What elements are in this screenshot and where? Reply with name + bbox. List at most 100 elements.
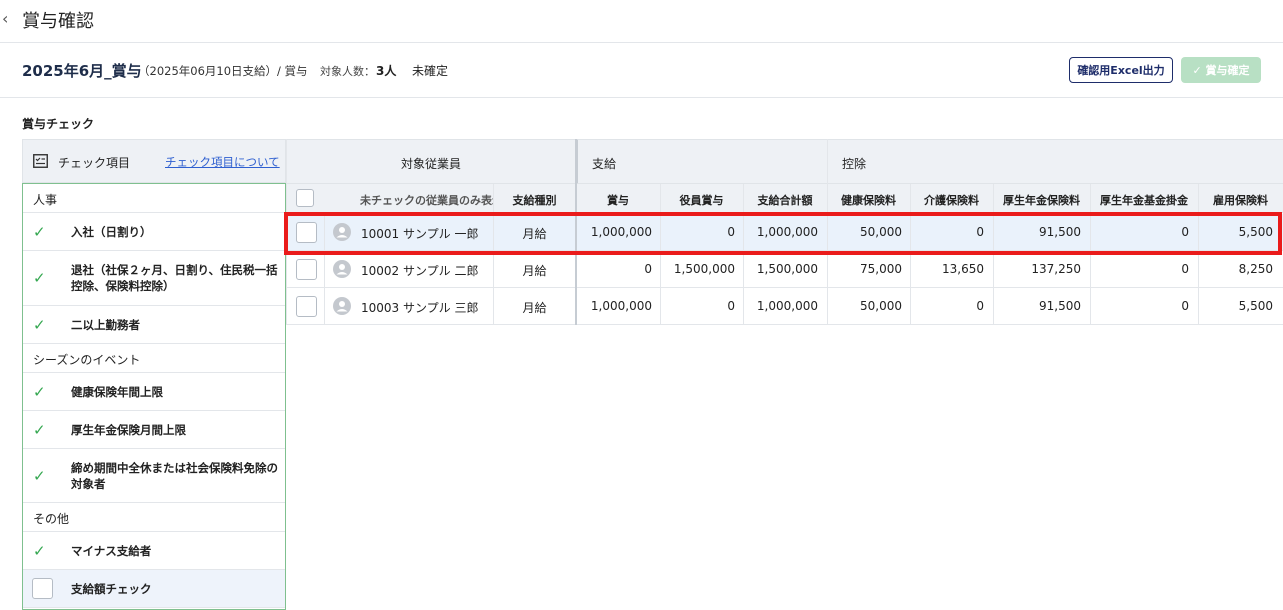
cell-fund: 0 — [1181, 262, 1189, 276]
check-item-leave[interactable]: ✓ 退社（社保２ヶ月、日割り、住民税一括控除、保険料控除） — [23, 251, 285, 306]
group-payment: 支給 — [576, 139, 827, 184]
category-others: その他 — [23, 503, 285, 532]
bonus-subtitle: （2025年06月10日支給）/ 賞与 — [138, 64, 308, 78]
col-pension: 厚生年金保険料 — [993, 184, 1090, 213]
col-total: 支給合計額 — [743, 184, 827, 213]
column-header: 雇用保険料 — [1213, 194, 1268, 207]
col-employment: 雇用保険料 — [1198, 184, 1283, 213]
unchecked-box[interactable] — [32, 578, 53, 599]
column-divider — [324, 214, 325, 325]
checkmark-icon: ✓ — [33, 383, 46, 401]
table-row[interactable]: 10001 サンプル 一郎 月給 1,000,000 0 1,000,000 5… — [286, 214, 1283, 251]
column-header: 賞与 — [607, 194, 629, 207]
cell-care: 0 — [976, 299, 984, 313]
avatar-icon — [333, 223, 351, 241]
column-divider — [1090, 184, 1091, 325]
avatar-icon — [333, 297, 351, 315]
column-divider — [1198, 184, 1199, 325]
cell-health: 75,000 — [860, 262, 902, 276]
cell-pension: 91,500 — [1039, 225, 1081, 239]
category-label: その他 — [33, 512, 70, 526]
cell-bonus: 1,000,000 — [590, 225, 652, 239]
check-item-join[interactable]: ✓ 入社（日割り） — [23, 213, 285, 251]
cell-care: 0 — [976, 225, 984, 239]
column-header: 厚生年金保険料 — [1003, 194, 1080, 207]
column-header: 支給合計額 — [757, 194, 813, 207]
bonus-title: 2025年6月_賞与 — [22, 62, 142, 80]
check-item-label: 入社（日割り） — [71, 225, 152, 239]
group-employee: 対象従業員 — [286, 139, 576, 184]
check-items-help-link[interactable]: チェック項目について — [165, 154, 280, 170]
target-count-label: 対象人数： — [320, 65, 375, 78]
row-checkbox[interactable] — [296, 296, 317, 317]
checkmark-icon: ✓ — [33, 269, 46, 287]
check-item-multiple-employment[interactable]: ✓ 二以上勤務者 — [23, 306, 285, 344]
column-divider — [743, 184, 744, 325]
check-item-full-leave[interactable]: ✓ 締め期間中全休または社会保険料免除の対象者 — [23, 449, 285, 503]
category-season-events: シーズンのイベント — [23, 344, 285, 373]
column-divider — [493, 184, 494, 325]
employee-name[interactable]: 10001 サンプル 一郎 — [361, 225, 478, 242]
top-bar: ‹ 賞与確認 — [0, 0, 1283, 43]
group-label: 控除 — [842, 157, 867, 171]
column-header: 支給種別 — [512, 194, 557, 207]
employee-name[interactable]: 10003 サンプル 三郎 — [361, 299, 478, 316]
cell-type: 月給 — [522, 264, 547, 278]
cell-type: 月給 — [522, 227, 547, 241]
confirm-bonus-button[interactable]: ✓ 賞与確定 — [1181, 57, 1261, 83]
checkmark-icon: ✓ — [33, 316, 46, 334]
check-item-label: マイナス支給者 — [71, 544, 152, 558]
column-header: 厚生年金基金掛金 — [1100, 194, 1188, 207]
column-divider — [993, 184, 994, 325]
column-header: 役員賞与 — [679, 194, 724, 207]
col-fund: 厚生年金基金掛金 — [1090, 184, 1198, 213]
status-badge: 未確定 — [412, 64, 449, 78]
category-label: 人事 — [33, 193, 58, 207]
cell-employment: 5,500 — [1238, 299, 1273, 313]
table-row[interactable]: 10003 サンプル 三郎 月給 1,000,000 0 1,000,000 5… — [286, 288, 1283, 325]
chevron-left-icon[interactable]: ‹ — [2, 9, 8, 28]
check-item-label: 健康保険年間上限 — [71, 385, 163, 399]
employee-name[interactable]: 10002 サンプル 二郎 — [361, 262, 478, 279]
column-divider — [827, 139, 828, 325]
cell-health: 50,000 — [860, 299, 902, 313]
column-header: 介護保険料 — [924, 194, 979, 207]
column-divider — [660, 184, 661, 325]
row-checkbox[interactable] — [296, 259, 317, 280]
cell-health: 50,000 — [860, 225, 902, 239]
check-item-pension-monthly-limit[interactable]: ✓ 厚生年金保険月間上限 — [23, 411, 285, 449]
excel-export-button[interactable]: 確認用Excel出力 — [1069, 57, 1173, 83]
row-checkbox[interactable] — [296, 222, 317, 243]
check-item-label: 支給額チェック — [71, 582, 152, 596]
cell-exec-bonus: 0 — [727, 225, 735, 239]
cell-employment: 5,500 — [1238, 225, 1273, 239]
avatar-icon — [333, 260, 351, 278]
target-count-value: 3人 — [376, 64, 397, 78]
cell-bonus: 1,000,000 — [590, 299, 652, 313]
check-item-negative-payment[interactable]: ✓ マイナス支給者 — [23, 532, 285, 570]
check-item-payment-amount[interactable]: 支給額チェック — [23, 570, 285, 608]
page-title: 賞与確認 — [22, 11, 94, 32]
cell-pension: 137,250 — [1031, 262, 1081, 276]
checkmark-icon: ✓ — [33, 223, 46, 241]
section-title: 賞与チェック — [22, 117, 95, 131]
column-divider — [575, 139, 577, 325]
cell-total: 1,000,000 — [756, 299, 818, 313]
category-label: シーズンのイベント — [33, 353, 141, 367]
check-item-label: 締め期間中全休または社会保険料免除の対象者 — [71, 461, 278, 491]
cell-pension: 91,500 — [1039, 299, 1081, 313]
group-deduction: 控除 — [827, 139, 1283, 184]
cell-employment: 8,250 — [1238, 262, 1273, 276]
cell-care: 13,650 — [942, 262, 984, 276]
employee-table: 対象従業員 支給 控除 未チェックの従業員のみ表示 支給種別 賞与 役員賞与 支… — [286, 139, 1283, 610]
check-list: 人事 ✓ 入社（日割り） ✓ 退社（社保２ヶ月、日割り、住民税一括控除、保険料控… — [22, 183, 286, 610]
category-hr: 人事 — [23, 184, 285, 213]
cell-total: 1,000,000 — [756, 225, 818, 239]
check-item-health-annual-limit[interactable]: ✓ 健康保険年間上限 — [23, 373, 285, 411]
column-header: 健康保険料 — [841, 194, 896, 207]
table-row[interactable]: 10002 サンプル 二郎 月給 0 1,500,000 1,500,000 7… — [286, 251, 1283, 288]
col-bonus: 賞与 — [576, 184, 660, 213]
checklist-icon — [33, 154, 48, 168]
filter-checkbox[interactable] — [296, 189, 314, 207]
column-divider — [910, 184, 911, 325]
